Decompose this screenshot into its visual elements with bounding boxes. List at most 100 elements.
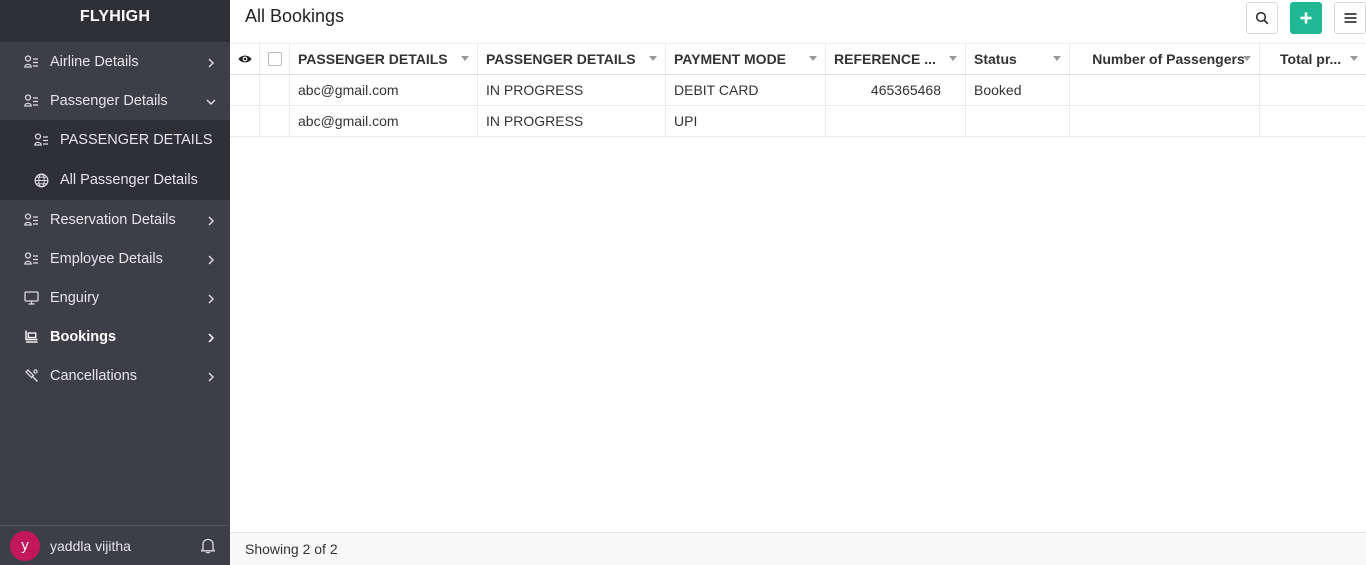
search-button[interactable] [1246,2,1278,34]
page-title: All Bookings [245,6,345,26]
column-header-label: PASSENGER DETAILS [486,51,636,67]
sort-caret-icon[interactable] [1053,56,1061,61]
brand-logo[interactable]: FLYHIGH [0,0,230,42]
user-list-icon [23,92,40,109]
sidebar: FLYHIGH Airline Details Passenger Detail… [0,0,230,565]
bell-icon[interactable] [200,537,216,554]
cancel-tool-icon [23,367,40,384]
column-header-label: Status [974,51,1017,67]
table-cell: UPI [666,106,826,136]
table-cell [826,106,966,136]
column-header[interactable]: Total pr... [1260,44,1366,74]
column-header[interactable]: Status [966,44,1070,74]
table-cell: abc@gmail.com [290,106,478,136]
sidebar-item-cancellations[interactable]: Cancellations [0,356,230,395]
avatar[interactable]: y [10,530,40,561]
chevron-right-icon [204,56,218,70]
chevron-right-icon [204,214,218,228]
sidebar-item-label: Bookings [50,328,117,345]
table-cell [1070,106,1260,136]
add-booking-button[interactable] [1290,2,1322,34]
column-header-label: Number of Passengers [1092,51,1245,67]
row-select-cell[interactable] [260,106,290,136]
table-cell [1260,106,1366,136]
booking-icon [23,328,40,345]
column-header[interactable]: Number of Passengers [1070,44,1260,74]
table-row[interactable]: abc@gmail.com IN PROGRESS DEBIT CARD 465… [230,75,1366,106]
sidebar-nav: Airline Details Passenger Details PASSEN… [0,42,230,395]
table-cell: IN PROGRESS [478,106,666,136]
column-header[interactable]: PASSENGER DETAILS [478,44,666,74]
sidebar-subitem-label: All Passenger Details [60,172,198,188]
table-cell [966,106,1070,136]
column-header-label: REFERENCE ... [834,51,936,67]
column-visibility-toggle[interactable] [230,44,260,74]
table-header-row: PASSENGER DETAILS PASSENGER DETAILS PAYM… [230,43,1366,75]
passenger-details-submenu: PASSENGER DETAILS All Passenger Details [0,120,230,200]
column-header[interactable]: PASSENGER DETAILS [290,44,478,74]
select-all-checkbox[interactable] [267,52,282,66]
main-content: All Bookings PASSENGER DETAILS PASSENGER… [230,0,1366,565]
user-name: yaddla vijitha [50,537,131,554]
hamburger-menu-icon [1344,12,1357,24]
sort-caret-icon[interactable] [1243,56,1251,61]
table-cell: abc@gmail.com [290,75,478,105]
sidebar-item-employee-details[interactable]: Employee Details [0,239,230,278]
column-header-label: PASSENGER DETAILS [298,51,448,67]
sort-caret-icon[interactable] [461,56,469,61]
chevron-down-icon [204,95,218,109]
monitor-icon [23,289,40,306]
table-cell [1070,75,1260,105]
sidebar-item-label: Airline Details [50,53,139,70]
table-cell: IN PROGRESS [478,75,666,105]
column-header[interactable]: REFERENCE ... [826,44,966,74]
globe-icon [33,172,50,189]
sidebar-subitem-all-passenger-details[interactable]: All Passenger Details [0,160,230,200]
sidebar-item-label: Reservation Details [50,211,176,228]
table-row[interactable]: abc@gmail.com IN PROGRESS UPI [230,106,1366,137]
sidebar-item-reservation-details[interactable]: Reservation Details [0,200,230,239]
sidebar-item-enguiry[interactable]: Enguiry [0,278,230,317]
sidebar-item-label: Passenger Details [50,92,168,109]
row-view-cell[interactable] [230,106,260,136]
sidebar-item-label: Enguiry [50,289,100,306]
select-all-checkbox-cell[interactable] [260,44,290,74]
eye-icon [238,54,252,64]
table-footer: Showing 2 of 2 [230,532,1366,565]
sidebar-item-bookings[interactable]: Bookings [0,317,230,356]
column-header-label: PAYMENT MODE [674,51,787,67]
table-cell: 465365468 [826,75,966,105]
user-list-icon [33,132,50,149]
user-list-icon [23,250,40,267]
user-list-icon [23,53,40,70]
user-list-icon [23,211,40,228]
row-view-cell[interactable] [230,75,260,105]
chevron-right-icon [204,370,218,384]
column-header[interactable]: PAYMENT MODE [666,44,826,74]
table-cell: DEBIT CARD [666,75,826,105]
plus-icon [1300,12,1312,24]
table-cell [1260,75,1366,105]
chevron-right-icon [204,253,218,267]
sort-caret-icon[interactable] [809,56,817,61]
sidebar-subitem-label: PASSENGER DETAILS [60,132,213,148]
chevron-right-icon [204,331,218,345]
sort-caret-icon[interactable] [1350,56,1358,61]
sidebar-item-airline-details[interactable]: Airline Details [0,42,230,81]
sort-caret-icon[interactable] [649,56,657,61]
menu-button[interactable] [1334,2,1366,34]
chevron-right-icon [204,292,218,306]
user-profile[interactable]: y yaddla vijitha [0,525,230,565]
toolbar [1246,2,1366,34]
sidebar-item-passenger-details[interactable]: Passenger Details [0,81,230,120]
column-header-label: Total pr... [1280,51,1342,67]
sort-caret-icon[interactable] [949,56,957,61]
table-cell: Booked [966,75,1070,105]
sidebar-item-label: Cancellations [50,367,138,384]
sidebar-subitem-passenger-details[interactable]: PASSENGER DETAILS [0,120,230,160]
search-icon [1255,11,1269,25]
row-select-cell[interactable] [260,75,290,105]
bookings-table: PASSENGER DETAILS PASSENGER DETAILS PAYM… [230,43,1366,137]
record-count-label: Showing 2 of 2 [245,541,338,557]
sidebar-item-label: Employee Details [50,250,163,267]
